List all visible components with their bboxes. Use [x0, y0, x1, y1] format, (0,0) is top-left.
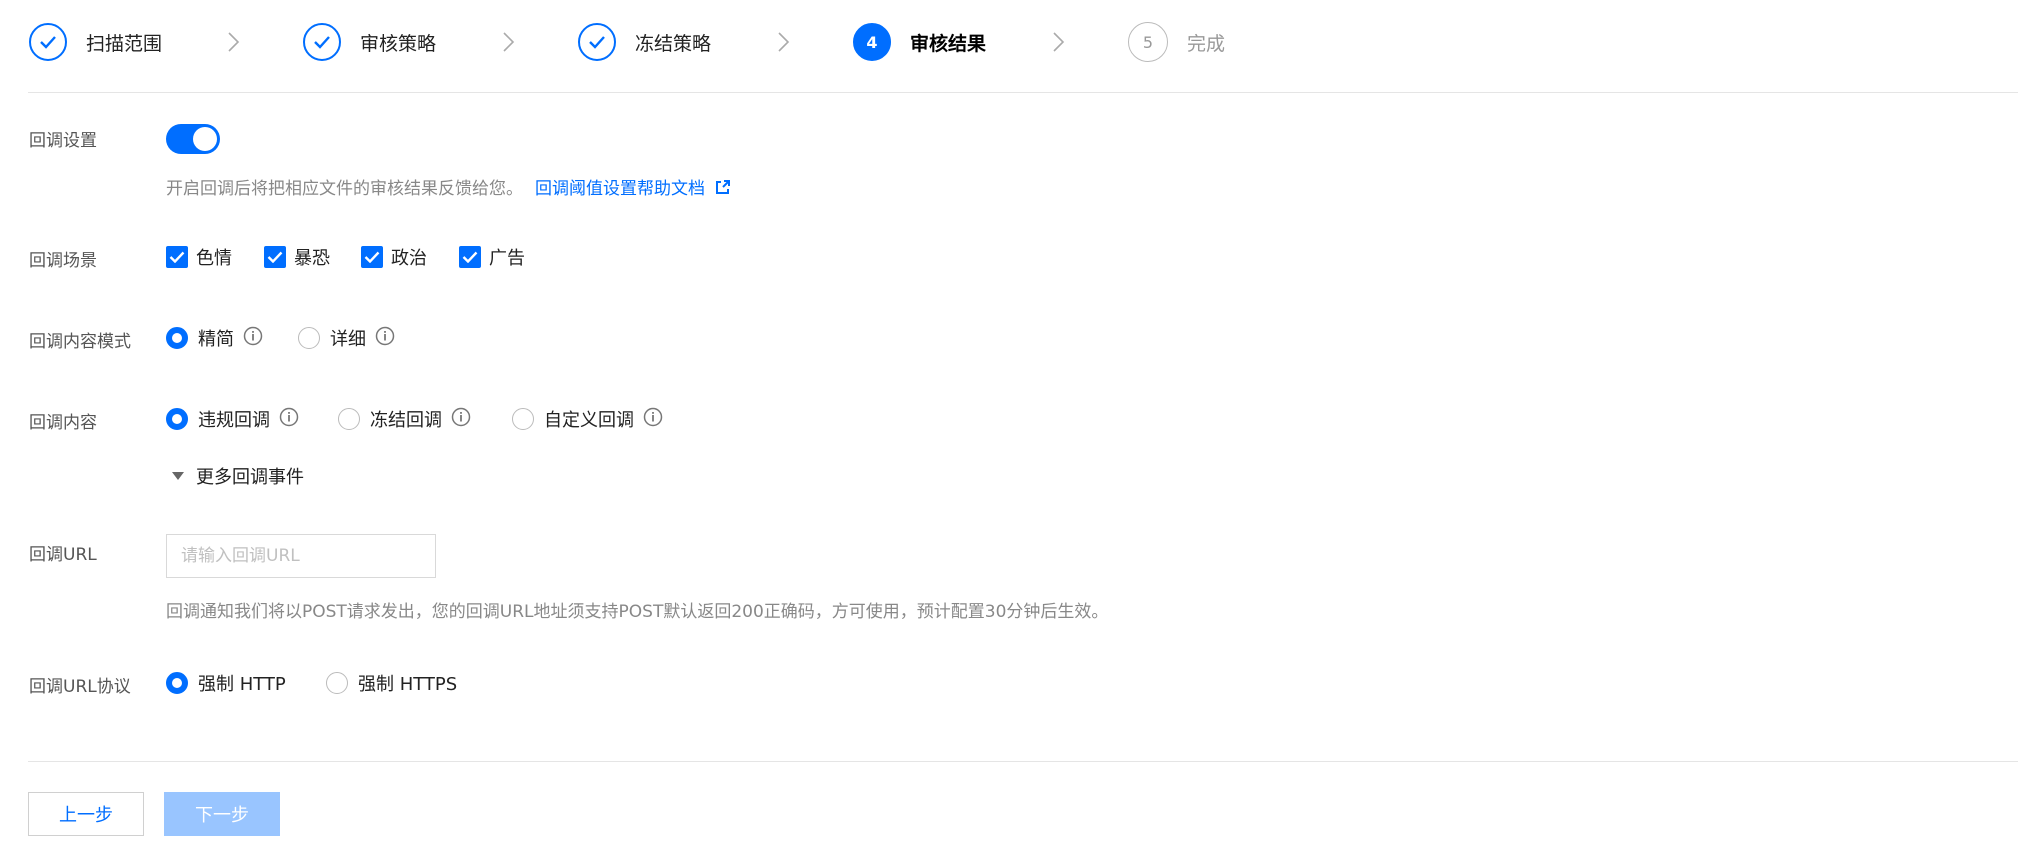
- checkbox-label: 广告: [489, 248, 525, 269]
- radio-label: 精简: [198, 329, 234, 350]
- info-icon[interactable]: [643, 407, 663, 432]
- chevron-right-icon: [228, 32, 240, 52]
- mode-radio-detail[interactable]: 详细: [298, 325, 395, 351]
- checkbox-checked-icon[interactable]: [166, 246, 188, 268]
- steps-bar: 扫描范围 审核策略 冻结策略 4 审核结果 5 完成: [29, 21, 2019, 63]
- callback-scene-label: 回调场景: [29, 251, 97, 271]
- checkbox-checked-icon[interactable]: [459, 246, 481, 268]
- callback-content-label: 回调内容: [29, 413, 97, 433]
- info-icon[interactable]: [375, 326, 395, 351]
- step-label: 审核策略: [360, 32, 437, 55]
- mode-radio-simple[interactable]: 精简: [166, 325, 263, 351]
- content-mode-label: 回调内容模式: [29, 332, 131, 352]
- prev-step-button[interactable]: 上一步: [28, 792, 144, 836]
- step-label: 完成: [1187, 32, 1226, 55]
- step-freeze-policy: 冻结策略: [578, 21, 711, 63]
- callback-url-hint: 回调通知我们将以POST请求发出，您的回调URL地址须支持POST默认返回200…: [166, 602, 1109, 622]
- callback-hint-text: 开启回调后将把相应文件的审核结果反馈给您。: [166, 179, 523, 199]
- help-doc-link[interactable]: 回调阈值设置帮助文档: [535, 179, 705, 199]
- step-label: 扫描范围: [86, 32, 163, 55]
- radio-selected[interactable]: [166, 327, 188, 349]
- info-icon[interactable]: [243, 326, 263, 351]
- radio-unselected[interactable]: [338, 408, 360, 430]
- checkbox-checked-icon[interactable]: [361, 246, 383, 268]
- callback-url-input[interactable]: [166, 534, 436, 578]
- divider: [28, 761, 2018, 762]
- info-icon[interactable]: [279, 407, 299, 432]
- step-review-policy: 审核策略: [303, 21, 436, 63]
- step-complete: 5 完成: [1128, 21, 1225, 63]
- checkbox-label: 色情: [196, 248, 232, 269]
- radio-label: 自定义回调: [544, 410, 634, 431]
- external-link-icon[interactable]: [715, 179, 731, 200]
- toggle-knob: [193, 127, 217, 151]
- more-callback-events-label: 更多回调事件: [196, 467, 304, 488]
- content-radio-custom[interactable]: 自定义回调: [512, 406, 663, 432]
- step-number: 5: [1128, 22, 1168, 62]
- check-icon: [578, 23, 616, 61]
- scene-checkbox-porn[interactable]: 色情: [166, 244, 232, 270]
- radio-selected[interactable]: [166, 408, 188, 430]
- info-icon[interactable]: [451, 407, 471, 432]
- radio-unselected[interactable]: [326, 672, 348, 694]
- step-scan-scope: 扫描范围: [29, 21, 162, 63]
- checkbox-checked-icon[interactable]: [264, 246, 286, 268]
- protocol-radio-https[interactable]: 强制 HTTPS: [326, 670, 457, 696]
- step-review-result: 4 审核结果: [853, 21, 986, 63]
- check-icon: [303, 23, 341, 61]
- content-radio-violation[interactable]: 违规回调: [166, 406, 299, 432]
- radio-label: 冻结回调: [370, 410, 442, 431]
- scene-checkbox-ads[interactable]: 广告: [459, 244, 525, 270]
- radio-unselected[interactable]: [512, 408, 534, 430]
- radio-label: 违规回调: [198, 410, 270, 431]
- caret-down-icon: [172, 472, 184, 480]
- callback-toggle[interactable]: [166, 124, 220, 154]
- radio-label: 强制 HTTPS: [358, 674, 458, 695]
- checkbox-label: 暴恐: [294, 248, 330, 269]
- radio-label: 详细: [330, 329, 366, 350]
- divider: [28, 92, 2018, 93]
- more-callback-events-toggle[interactable]: 更多回调事件: [172, 463, 304, 489]
- radio-selected[interactable]: [166, 672, 188, 694]
- radio-label: 强制 HTTP: [198, 674, 286, 695]
- callback-url-label: 回调URL: [29, 545, 97, 565]
- content-radio-freeze[interactable]: 冻结回调: [338, 406, 471, 432]
- callback-setting-label: 回调设置: [29, 131, 97, 151]
- callback-hint: 开启回调后将把相应文件的审核结果反馈给您。 回调阈值设置帮助文档: [166, 174, 731, 200]
- check-icon: [29, 23, 67, 61]
- step-label: 审核结果: [910, 32, 987, 55]
- scene-checkbox-politics[interactable]: 政治: [361, 244, 427, 270]
- chevron-right-icon: [778, 32, 790, 52]
- scene-checkbox-terror[interactable]: 暴恐: [264, 244, 330, 270]
- radio-unselected[interactable]: [298, 327, 320, 349]
- protocol-radio-http[interactable]: 强制 HTTP: [166, 670, 286, 696]
- checkbox-label: 政治: [391, 248, 427, 269]
- chevron-right-icon: [503, 32, 515, 52]
- callback-url-protocol-label: 回调URL协议: [29, 677, 131, 697]
- next-step-button[interactable]: 下一步: [164, 792, 280, 836]
- chevron-right-icon: [1053, 32, 1065, 52]
- step-number: 4: [853, 23, 891, 61]
- step-label: 冻结策略: [635, 32, 712, 55]
